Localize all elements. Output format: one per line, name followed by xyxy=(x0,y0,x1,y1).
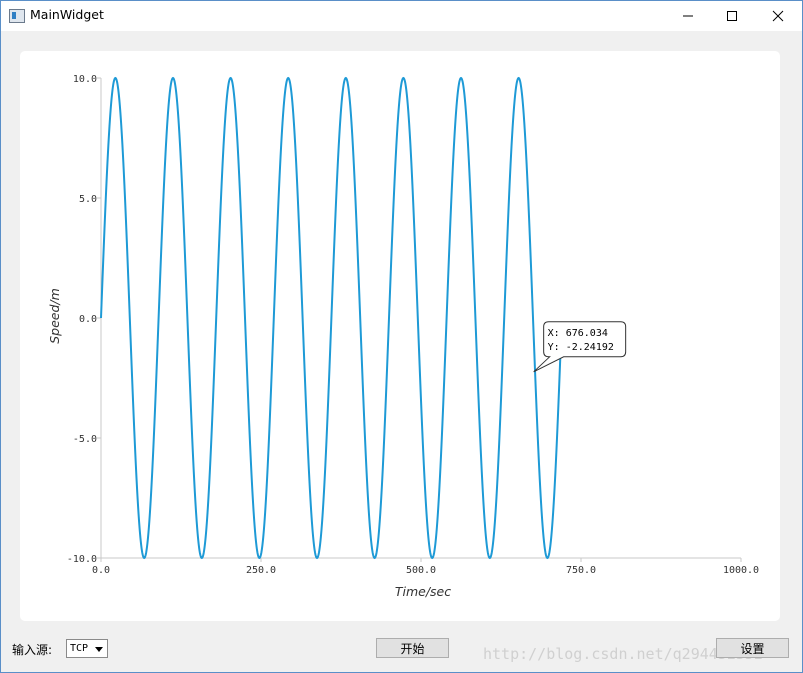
chart-axes xyxy=(100,78,741,559)
chart: 0.0 250.0 500.0 750.0 1000.0 10.0 5.0 0.0 -5.0 -1… xyxy=(47,74,759,599)
close-icon xyxy=(772,10,784,22)
chart-ticks: 0.0 250.0 500.0 750.0 1000.0 10.0 5.0 0.0 -5.0 -1… xyxy=(67,74,759,576)
app-icon xyxy=(9,9,25,23)
chevron-down-icon xyxy=(95,647,103,652)
input-source-select[interactable]: TCP xyxy=(66,639,108,658)
y-tick-label: 10.0 xyxy=(73,74,97,85)
series-line xyxy=(100,76,562,560)
start-button[interactable]: 开始 xyxy=(376,638,449,658)
main-window: MainWidget 0.0 250.0 500.0 750.0 1000.0 10.0 5… xyxy=(0,0,803,673)
title-bar[interactable]: MainWidget xyxy=(1,1,802,31)
y-axis-label: Speed/m xyxy=(47,288,62,344)
control-bar: 输入源: TCP 开始 http://blog.csdn.net/q294432… xyxy=(1,631,802,667)
x-tick-label: 0.0 xyxy=(92,565,110,576)
y-tick-label: 0.0 xyxy=(79,314,97,325)
window-title: MainWidget xyxy=(30,7,104,22)
maximize-button[interactable] xyxy=(709,1,755,31)
input-source-label: 输入源: xyxy=(12,643,53,657)
input-source-value: TCP xyxy=(70,643,89,654)
tooltip-y-text: Y: -2.24192 xyxy=(548,342,614,353)
close-button[interactable] xyxy=(755,1,801,31)
y-tick-label: -5.0 xyxy=(73,434,97,445)
x-tick-label: 500.0 xyxy=(406,565,436,576)
maximize-icon xyxy=(727,11,737,21)
chart-panel[interactable]: 0.0 250.0 500.0 750.0 1000.0 10.0 5.0 0.0 -5.0 -1… xyxy=(20,51,780,621)
y-tick-label: 5.0 xyxy=(79,194,97,205)
x-tick-label: 1000.0 xyxy=(723,565,759,576)
x-axis-label: Time/sec xyxy=(395,584,451,599)
data-tooltip: X: 676.034 Y: -2.24192 xyxy=(533,321,627,373)
x-tick-label: 250.0 xyxy=(246,565,276,576)
minimize-button[interactable] xyxy=(665,1,711,31)
settings-button[interactable]: 设置 xyxy=(716,638,789,658)
y-tick-label: -10.0 xyxy=(67,554,97,565)
tooltip-x-text: X: 676.034 xyxy=(548,328,608,339)
minimize-icon xyxy=(683,15,693,17)
x-tick-label: 750.0 xyxy=(566,565,596,576)
